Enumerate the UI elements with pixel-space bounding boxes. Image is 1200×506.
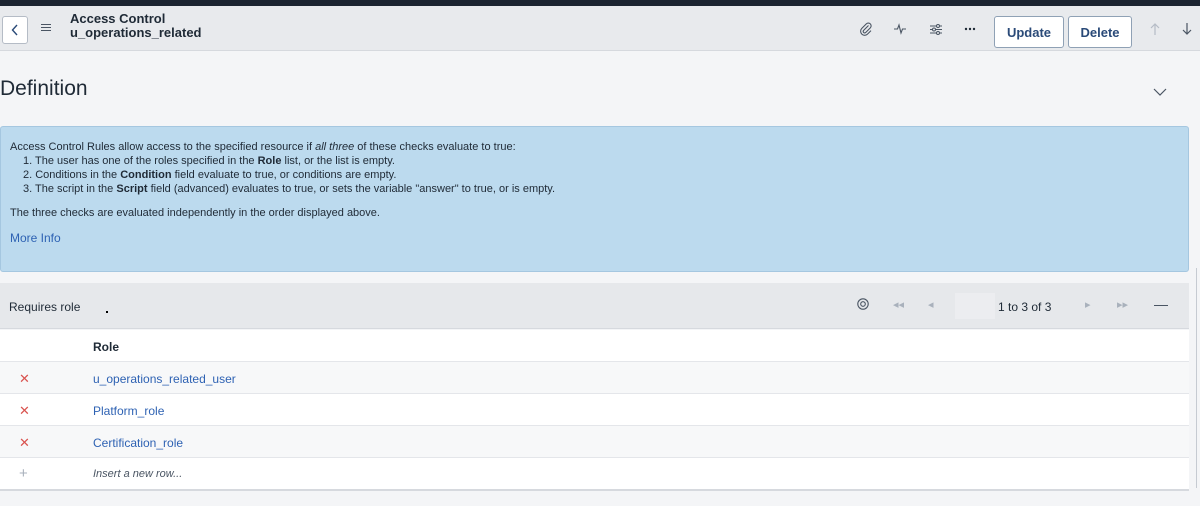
menu-icon[interactable] — [41, 24, 51, 32]
role-link[interactable]: Platform_role — [93, 404, 164, 418]
divider — [0, 489, 1189, 491]
next-page-icon[interactable]: ▸ — [1085, 298, 1091, 311]
plus-icon: + — [19, 465, 28, 482]
section-title: Definition — [0, 77, 88, 100]
related-list-header: Requires role ◂◂ ◂ 1 to 3 of 3 ▸ ▸▸ — [0, 283, 1189, 329]
arrow-up-icon[interactable] — [1147, 21, 1163, 37]
info-note: The three checks are evaluated independe… — [10, 207, 380, 219]
form-title-table: Access Control — [70, 11, 166, 26]
pager-range: 1 to 3 of 3 — [998, 300, 1052, 314]
role-link[interactable]: u_operations_related_user — [93, 372, 236, 386]
info-item-3: 3. The script in the Script field (advan… — [23, 183, 556, 195]
activity-icon[interactable] — [892, 21, 908, 37]
form-title-record: u_operations_related — [70, 25, 202, 40]
delete-button[interactable]: Delete — [1068, 16, 1132, 48]
chevron-down-icon[interactable] — [1153, 84, 1167, 102]
info-item-2: 2. Conditions in the Condition field eva… — [23, 169, 397, 181]
scrollbar[interactable] — [1196, 268, 1197, 488]
more-info-link[interactable]: More Info — [10, 231, 61, 245]
info-intro: Access Control Rules allow access to the… — [10, 141, 516, 153]
form-header: Access Control u_operations_related Upda… — [0, 6, 1200, 51]
paperclip-icon[interactable] — [858, 21, 874, 37]
table-header-row: Role — [0, 330, 1189, 362]
cursor-dot — [106, 311, 108, 313]
form-title: Access Control u_operations_related — [70, 12, 202, 40]
table-row: ✕ u_operations_related_user — [0, 362, 1189, 394]
role-table: Role ✕ u_operations_related_user ✕ Platf… — [0, 330, 1189, 490]
info-message: Access Control Rules allow access to the… — [0, 126, 1189, 272]
update-button[interactable]: Update — [994, 16, 1064, 48]
table-row: ✕ Certification_role — [0, 426, 1189, 458]
column-header-role[interactable]: Role — [93, 340, 119, 354]
insert-row-label[interactable]: Insert a new row... — [93, 468, 182, 480]
more-icon[interactable] — [962, 21, 978, 37]
related-list-title: Requires role — [9, 300, 81, 314]
arrow-down-icon[interactable] — [1179, 21, 1195, 37]
back-icon — [11, 24, 18, 36]
page-input[interactable] — [955, 293, 995, 319]
first-page-icon[interactable]: ◂◂ — [893, 298, 904, 311]
back-button[interactable] — [2, 16, 28, 44]
settings-sliders-icon[interactable] — [928, 21, 944, 37]
delete-row-icon[interactable]: ✕ — [19, 371, 30, 387]
collapse-icon[interactable] — [1154, 305, 1168, 306]
delete-row-icon[interactable]: ✕ — [19, 435, 30, 451]
info-item-1: 1. The user has one of the roles specifi… — [23, 155, 395, 167]
previous-page-icon[interactable]: ◂ — [928, 298, 934, 311]
delete-row-icon[interactable]: ✕ — [19, 403, 30, 419]
role-link[interactable]: Certification_role — [93, 436, 183, 450]
insert-row[interactable]: + Insert a new row... — [0, 458, 1189, 490]
gear-icon[interactable] — [856, 297, 870, 316]
table-row: ✕ Platform_role — [0, 394, 1189, 426]
last-page-icon[interactable]: ▸▸ — [1117, 298, 1128, 311]
